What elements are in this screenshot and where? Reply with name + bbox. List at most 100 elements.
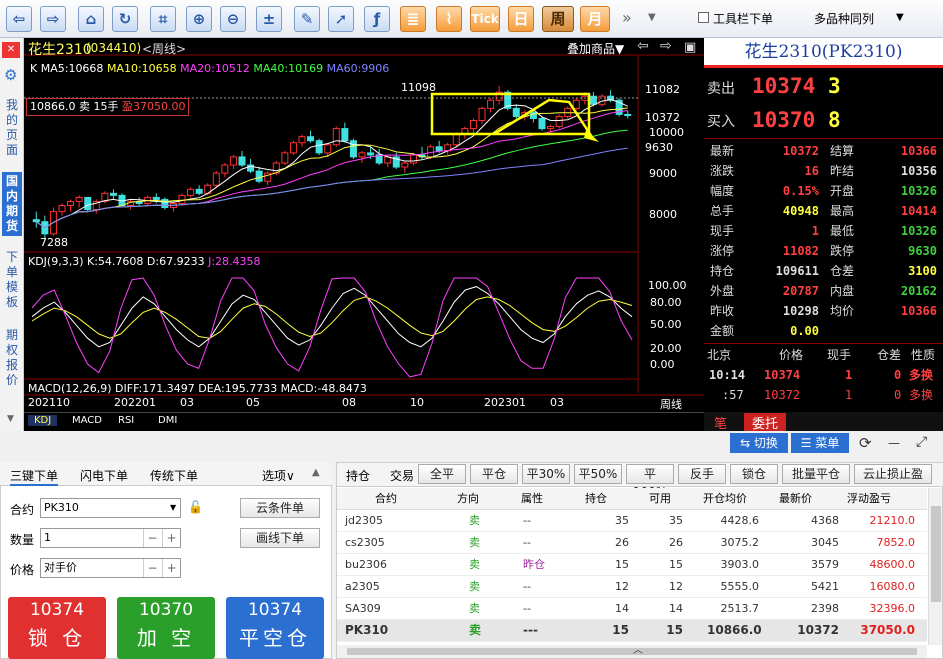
pencil-icon[interactable]: ✎ [294, 6, 320, 32]
layout-icon[interactable]: ▣ [684, 40, 696, 55]
close-button[interactable]: 平仓 [470, 464, 518, 484]
close-30-button[interactable]: 平30% [522, 464, 570, 484]
lock-position-button[interactable]: 10374 锁 仓 [8, 597, 106, 659]
table-row[interactable]: jd2305 卖 -- 35 35 4428.6 4368 21210.0 [337, 510, 927, 532]
expand-icon[interactable]: ⤢ [916, 434, 927, 450]
reverse-button[interactable]: 反手 [678, 464, 726, 484]
monthly-button[interactable]: 月 [580, 6, 610, 32]
options-dropdown[interactable]: 选项∨ [262, 467, 295, 484]
positions-header: 合约 方向 属性 持仓 可用 开仓均价 最新价 浮动盈亏 [337, 488, 927, 510]
qty-increment[interactable]: + [162, 529, 180, 547]
daily-button[interactable]: 日 [508, 6, 534, 32]
tab-three-key[interactable]: 三键下单 [10, 467, 59, 486]
add-short-button[interactable]: 10370 加 空 [117, 597, 215, 659]
crop-icon[interactable]: ⌗ [150, 6, 176, 32]
tab-macd[interactable]: MACD [72, 415, 102, 426]
high-mark: 11098 [401, 81, 436, 94]
cloud-stop-button[interactable]: 云止损止盈 [854, 464, 932, 484]
minimize-icon[interactable]: — [888, 436, 900, 450]
cloud-condition-button[interactable]: 云条件单 [240, 498, 320, 518]
tab-traditional[interactable]: 传统下单 [150, 467, 198, 484]
table-row[interactable]: PK310 卖 --- 15 15 10866.0 10372 37050.0 [337, 620, 927, 642]
next-arrow-icon[interactable]: ⇨ [660, 38, 672, 54]
forward-arrow-icon[interactable]: ⇨ [40, 6, 66, 32]
select-cursor-icon[interactable]: ➚ [328, 6, 354, 32]
close-100-button[interactable]: 平100% [626, 464, 674, 499]
candle [229, 156, 237, 166]
qty-decrement[interactable]: − [143, 529, 161, 547]
toolbar-order-checkbox[interactable] [698, 12, 709, 23]
quote-stat-row: 最新 10372 结算 10366 [710, 144, 937, 158]
dropdown-icon[interactable]: ▼ [648, 12, 656, 23]
batch-close-button[interactable]: 批量平仓 [782, 464, 850, 484]
tab-flash-order[interactable]: 闪电下单 [80, 467, 128, 484]
tab-tick[interactable]: 笔 [714, 413, 727, 432]
multi-same-label[interactable]: 多品种同列 [814, 10, 874, 27]
list-icon[interactable]: ≣ [400, 6, 426, 32]
back-arrow-icon[interactable]: ⇦ [6, 6, 32, 32]
formula-icon[interactable]: ± [256, 6, 282, 32]
table-row[interactable]: cs2305 卖 -- 26 26 3075.2 3045 7852.0 [337, 532, 927, 554]
vertical-scrollbar[interactable] [928, 488, 942, 645]
table-row[interactable]: SA309 卖 -- 14 14 2513.7 2398 32396.0 [337, 598, 927, 620]
quote-stat-row: 幅度 0.15% 开盘 10326 [710, 184, 937, 198]
candle [187, 188, 195, 196]
scroll-down-icon[interactable]: ▼ [7, 414, 14, 424]
kline-chart[interactable]: 花生2310 (034410) <周线> 叠加商品▼ ⇦ ⇨ ▣ K MA5:1… [24, 38, 704, 431]
sell-price[interactable]: 10374 [752, 74, 815, 98]
close-tab-icon[interactable]: ✕ [2, 42, 20, 58]
nav-domestic-futures[interactable]: 国内期货 [2, 172, 22, 236]
refresh-icon[interactable]: ⟳ [859, 434, 872, 452]
candle [178, 194, 186, 204]
kdj-j-line [31, 277, 633, 378]
quote-title: 花生2310(PK2310) [704, 38, 943, 68]
candle [367, 152, 375, 156]
prev-arrow-icon[interactable]: ⇦ [637, 38, 649, 54]
tab-trades[interactable]: 交易 [390, 467, 414, 484]
lock-button[interactable]: 锁仓 [730, 464, 778, 484]
table-row[interactable]: bu2306 卖昨仓 15 15 3903.0 3579 48600.0 [337, 554, 927, 576]
tab-kdj[interactable]: KDJ [28, 415, 58, 426]
contract-dropdown-icon[interactable]: ▼ [170, 503, 176, 512]
nav-option-quote[interactable]: 期权报价 [2, 328, 22, 388]
candle [452, 134, 460, 146]
x-label-03: 03 [180, 396, 194, 409]
home-icon[interactable]: ⌂ [78, 6, 104, 32]
tick-button[interactable]: Tick [470, 6, 500, 32]
collapse-icon[interactable]: ▲ [312, 467, 320, 478]
trend-chart-icon[interactable]: ⌇ [436, 6, 462, 32]
close-short-button[interactable]: 10374 平空仓 [226, 597, 324, 659]
price-label-8000: 8000 [649, 208, 677, 221]
close-50-button[interactable]: 平50% [574, 464, 622, 484]
tab-rsi[interactable]: RSI [118, 415, 134, 426]
price-decrement[interactable]: − [143, 559, 161, 577]
close-all-button[interactable]: 全平 [418, 464, 466, 484]
refresh-icon[interactable]: ↻ [112, 6, 138, 32]
nav-my-page[interactable]: 我的页面 [2, 98, 22, 158]
overlay-dropdown[interactable]: 叠加商品▼ [567, 40, 624, 57]
more-chevron-icon[interactable]: » [622, 8, 632, 27]
zoom-in-icon[interactable]: ⊕ [186, 6, 212, 32]
tab-dmi[interactable]: DMI [158, 415, 177, 426]
draw-order-button[interactable]: 画线下单 [240, 528, 320, 548]
switch-button[interactable]: ⇆ 切换 [730, 433, 788, 453]
candle [58, 205, 66, 213]
zoom-out-icon[interactable]: ⊖ [220, 6, 246, 32]
ma-legend: K MA5:10668 MA10:10658 MA20:10512 MA40:1… [30, 62, 390, 75]
weekly-button[interactable]: 周 [542, 6, 574, 32]
contract-select[interactable]: PK310 [40, 498, 181, 518]
price-increment[interactable]: + [162, 559, 180, 577]
nav-order-template[interactable]: 下单模板 [2, 250, 22, 310]
menu-button[interactable]: ☰ 菜单 [791, 433, 849, 453]
horizontal-scrollbar[interactable]: ︿ [337, 645, 927, 658]
tab-positions[interactable]: 持仓 [346, 467, 370, 484]
multi-same-dropdown-icon[interactable]: ▼ [896, 12, 904, 23]
gear-icon[interactable]: ⚙ [4, 66, 17, 84]
position-tag[interactable]: 10866.0 卖 15手 盈37050.00 [26, 98, 190, 116]
buy-price[interactable]: 10370 [752, 108, 815, 132]
table-row[interactable]: a2305 卖 -- 12 12 5555.0 5421 16080.0 [337, 576, 927, 598]
fx-icon[interactable]: ƒ [364, 6, 390, 32]
lock-icon[interactable]: 🔓 [188, 500, 203, 514]
chevron-up-icon[interactable]: ︿ [633, 641, 643, 656]
tab-entrust[interactable]: 委托 [744, 413, 787, 432]
